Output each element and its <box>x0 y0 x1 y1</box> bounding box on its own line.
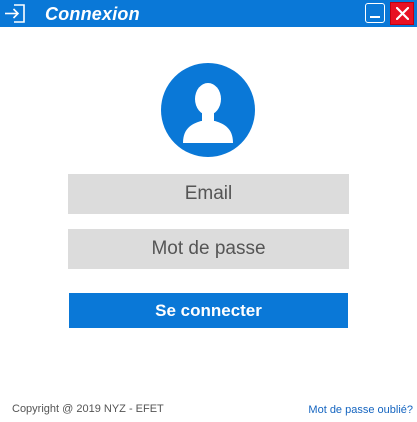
login-window: Connexion Email Mot de passe Se connecte… <box>0 0 417 422</box>
window-title: Connexion <box>45 4 140 24</box>
close-button[interactable] <box>390 2 414 25</box>
login-button[interactable]: Se connecter <box>69 293 348 328</box>
minimize-icon <box>370 16 380 18</box>
user-avatar-icon <box>161 63 255 157</box>
email-field[interactable]: Email <box>68 174 349 214</box>
email-placeholder: Email <box>184 183 233 204</box>
minimize-button[interactable] <box>365 3 385 23</box>
login-arrow-icon <box>4 3 26 24</box>
forgot-password-link[interactable]: Mot de passe oublié? <box>308 404 413 416</box>
password-field[interactable]: Mot de passe <box>68 229 349 269</box>
close-icon <box>396 7 409 20</box>
title-bar[interactable]: Connexion <box>0 0 417 27</box>
copyright-text: Copyright @ 2019 NYZ - EFET <box>12 403 164 415</box>
password-placeholder: Mot de passe <box>151 238 266 259</box>
